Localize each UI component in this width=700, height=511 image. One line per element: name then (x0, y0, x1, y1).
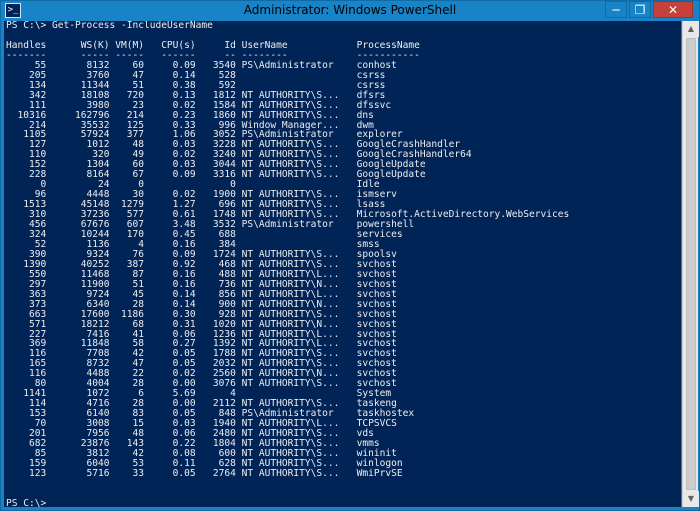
process-table: 55 8132 60 0.09 3540 PS\Administrator co… (4, 60, 681, 479)
scroll-down-arrow-icon[interactable]: ▼ (683, 491, 699, 507)
scroll-up-arrow-icon[interactable]: ▲ (683, 21, 699, 37)
title-bar[interactable]: >_ Administrator: Windows PowerShell ─ ❐… (1, 1, 699, 21)
command-text: Get-Process -IncludeUserName (51, 21, 213, 31)
command-line: PS C:\> Get-Process -IncludeUserName (4, 21, 681, 31)
process-row: 123 5716 33 0.05 2764 NT AUTHORITY\S... … (6, 467, 403, 479)
final-prompt[interactable]: PS C:\> (4, 498, 681, 507)
vertical-scrollbar[interactable]: ▲ ▼ (682, 21, 699, 507)
minimize-button[interactable]: ─ (605, 1, 627, 18)
window-controls: ─ ❐ ✕ (603, 1, 693, 19)
maximize-button[interactable]: ❐ (629, 1, 651, 18)
prompt: PS C:\> (6, 21, 47, 31)
window-title: Administrator: Windows PowerShell (243, 3, 457, 17)
console-area[interactable]: PS C:\> Get-Process -IncludeUserName Han… (4, 21, 681, 507)
close-button[interactable]: ✕ (653, 1, 693, 18)
powershell-window: >_ Administrator: Windows PowerShell ─ ❐… (0, 0, 700, 511)
scroll-thumb[interactable] (686, 38, 696, 490)
